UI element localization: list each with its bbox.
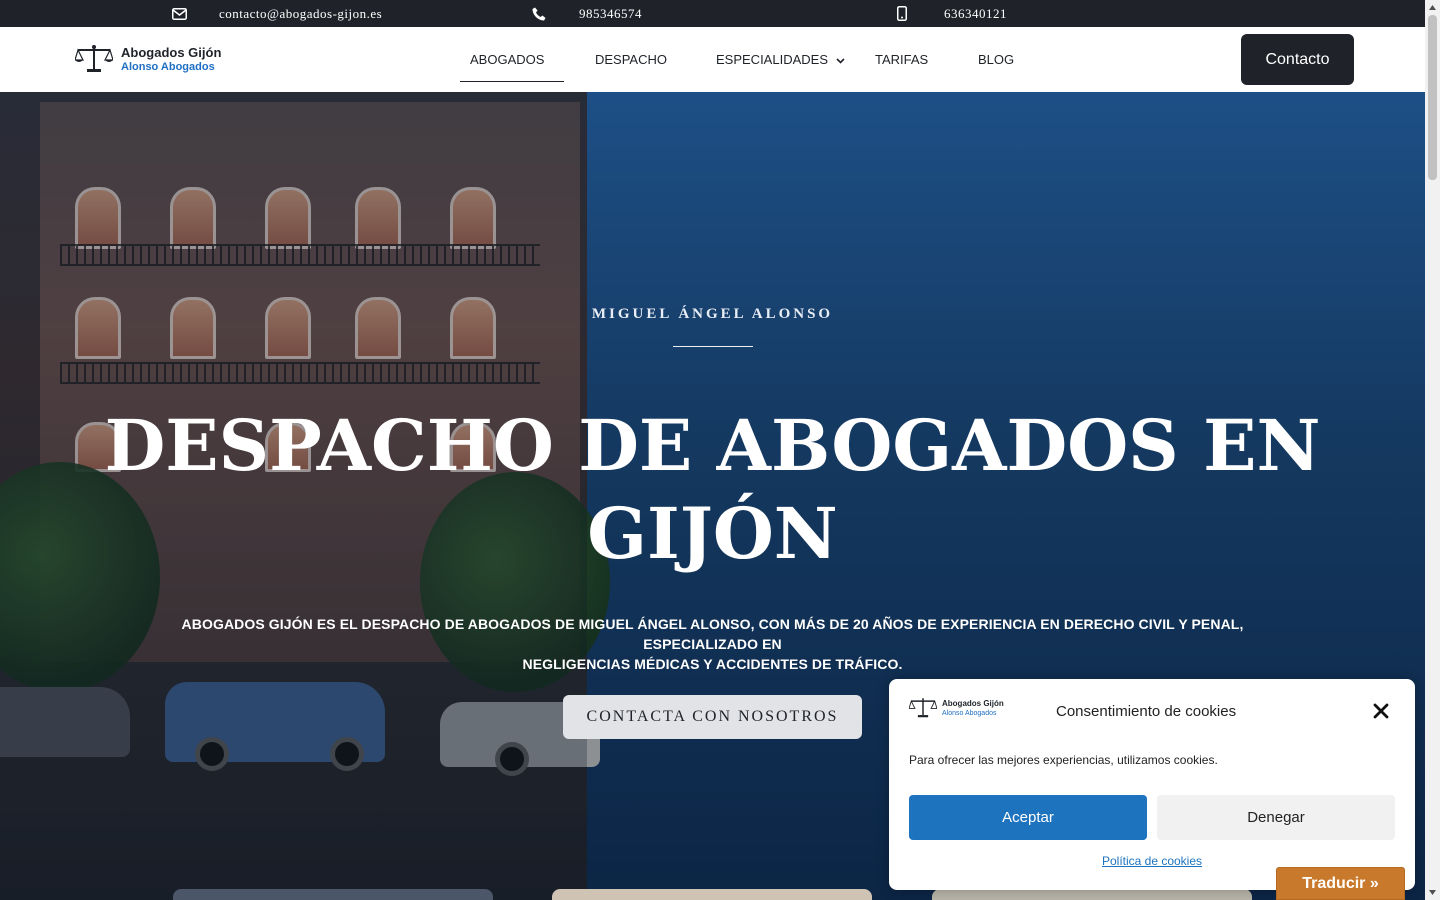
email-text: contacto@abogados-gijon.es <box>219 5 383 21</box>
chevron-down-icon <box>836 52 845 67</box>
logo-subtitle: Alonso Abogados <box>121 61 215 73</box>
nav-item-despacho[interactable]: DESPACHO <box>595 27 667 92</box>
hero-description-line2: NEGLIGENCIAS MÉDICAS Y ACCIDENTES DE TRÁ… <box>522 656 903 672</box>
cookie-dialog-title: Consentimiento de cookies <box>1056 703 1237 720</box>
logo-title: Abogados Gijón <box>121 45 222 60</box>
page-scrollbar[interactable] <box>1425 0 1440 900</box>
scroll-down-arrow-icon[interactable] <box>1425 885 1440 900</box>
mobile-link[interactable]: 636340121 <box>897 0 1007 27</box>
cookie-dialog-logo: Abogados Gijón Alonso Abogados <box>908 695 1009 723</box>
contact-button[interactable]: Contacto <box>1241 34 1354 85</box>
scales-of-justice-icon <box>74 43 114 78</box>
hero-description-line1: ABOGADOS GIJÓN ES EL DESPACHO DE ABOGADO… <box>181 616 1244 652</box>
close-icon[interactable] <box>1373 703 1393 723</box>
phone-icon <box>532 7 546 21</box>
phone-text: 985346574 <box>579 5 642 21</box>
contact-us-button[interactable]: CONTACTA CON NOSOTROS <box>563 695 862 739</box>
scroll-up-arrow-icon[interactable] <box>1425 0 1440 15</box>
nav-item-especialidades-label: ESPECIALIDADES <box>716 52 828 67</box>
hero-description: ABOGADOS GIJÓN ES EL DESPACHO DE ABOGADO… <box>160 614 1265 674</box>
scales-of-justice-icon <box>908 696 938 723</box>
translate-button[interactable]: Traducir » <box>1276 867 1405 900</box>
cookie-logo-title: Abogados Gijón <box>942 699 1004 708</box>
site-header: Abogados Gijón Alonso Abogados ABOGADOS … <box>0 27 1425 92</box>
logo-text: Abogados Gijón Alonso Abogados <box>121 45 221 75</box>
nav-item-blog[interactable]: BLOG <box>978 27 1014 92</box>
service-card-preview[interactable] <box>932 889 1252 900</box>
phone-link[interactable]: 985346574 <box>532 0 642 27</box>
nav-item-abogados[interactable]: ABOGADOS <box>459 27 565 92</box>
cookie-logo-text: Abogados Gijón Alonso Abogados <box>942 699 1004 719</box>
hero-subtitle: MIGUEL ÁNGEL ALONSO <box>591 306 834 322</box>
top-contact-bar: contacto@abogados-gijon.es 985346574 636… <box>0 0 1425 27</box>
service-card-preview[interactable] <box>552 889 872 900</box>
hero-title-line2: GIJÓN <box>587 492 838 575</box>
service-card-preview[interactable] <box>173 889 493 900</box>
cookie-consent-dialog: Abogados Gijón Alonso Abogados Consentim… <box>889 679 1415 890</box>
deny-cookies-button[interactable]: Denegar <box>1157 795 1395 840</box>
cookie-policy-link[interactable]: Política de cookies <box>889 854 1395 868</box>
mobile-icon <box>897 6 907 21</box>
envelope-icon <box>172 7 187 20</box>
hero-title: DESPACHO DE ABOGADOS EN GIJÓN <box>0 402 1425 578</box>
subtitle-divider <box>673 346 753 347</box>
mobile-text: 636340121 <box>944 5 1007 21</box>
scrollbar-thumb[interactable] <box>1428 15 1437 180</box>
hero-title-line1: DESPACHO DE ABOGADOS EN <box>104 404 1321 487</box>
cookie-dialog-text: Para ofrecer las mejores experiencias, u… <box>909 753 1218 767</box>
site-logo[interactable]: Abogados Gijón Alonso Abogados <box>74 43 225 78</box>
nav-item-especialidades[interactable]: ESPECIALIDADES <box>716 27 845 92</box>
nav-item-tarifas[interactable]: TARIFAS <box>875 27 928 92</box>
accept-cookies-button[interactable]: Aceptar <box>909 795 1147 840</box>
cookie-logo-subtitle: Alonso Abogados <box>942 710 997 717</box>
email-link[interactable]: contacto@abogados-gijon.es <box>172 0 382 27</box>
